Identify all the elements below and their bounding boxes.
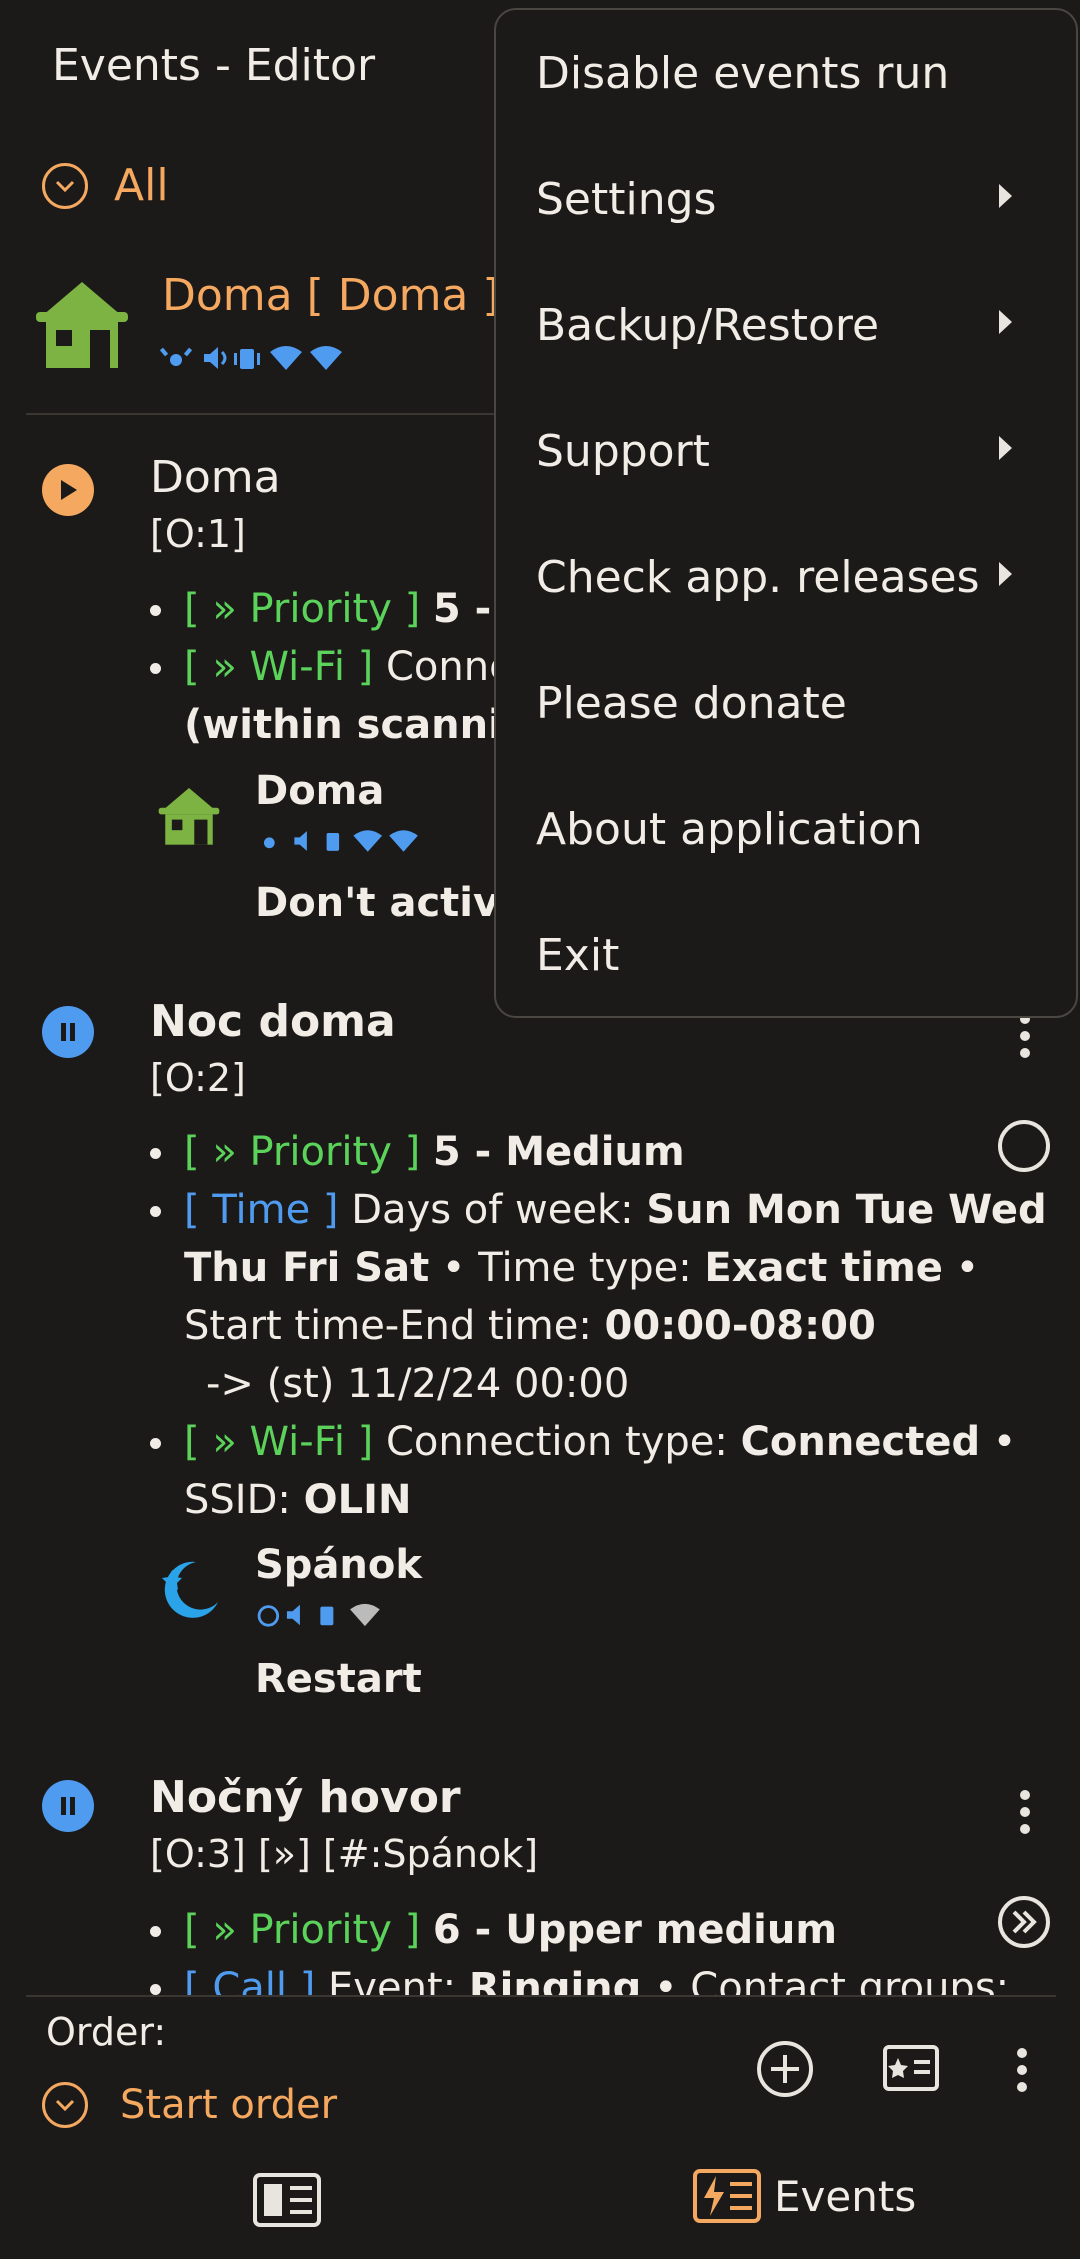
filter-dropdown[interactable]: All (42, 160, 169, 211)
event-code: [O:2] (150, 1056, 246, 1100)
event-line: [ Call ] Event: Ringing • Contact groups… (184, 1965, 1010, 1995)
house-icon (156, 784, 222, 850)
event-line: [ Time ] Days of week: Sun Mon Tue Wed (184, 1187, 1047, 1233)
order-value: Start order (120, 2082, 338, 2128)
pause-icon[interactable] (42, 1006, 94, 1058)
menu-item-about[interactable]: About application (536, 804, 923, 855)
event-line: [ » Priority ] 5 - Medium (184, 1129, 685, 1175)
event-line-cont: Start time-End time: 00:00-08:00 (184, 1303, 876, 1349)
chevron-down-icon (42, 2082, 88, 2128)
menu-item-backup-restore[interactable]: Backup/Restore (536, 300, 879, 351)
order-label: Order: (46, 2010, 167, 2054)
event-code: [O:3] [»] [#:Spánok] (150, 1832, 539, 1876)
tab-events[interactable]: Events (692, 2168, 916, 2224)
pause-icon[interactable] (42, 1780, 94, 1832)
house-icon (32, 276, 132, 374)
event-more-icon[interactable] (1019, 1014, 1031, 1058)
event-name[interactable]: Nočný hovor (150, 1772, 461, 1823)
event-name[interactable]: Noc doma (150, 996, 396, 1047)
filter-label: All (114, 160, 169, 211)
overflow-menu: Disable events run Settings Backup/Resto… (494, 8, 1078, 1018)
chevron-down-icon (42, 162, 88, 209)
profiles-tab-icon[interactable] (252, 2172, 322, 2232)
event-profile-name: Spánok (255, 1542, 422, 1588)
active-profile-name[interactable]: Doma [ Doma ] (162, 270, 500, 321)
event-line: [ » Wi-Fi ] Connec (184, 644, 536, 690)
menu-item-disable-events[interactable]: Disable events run (536, 48, 949, 99)
event-code: [O:1] (150, 512, 246, 556)
page-title: Events - Editor (52, 40, 376, 91)
double-chevron-right-icon[interactable] (998, 1896, 1050, 1952)
event-line-cont: SSID: OLIN (184, 1477, 412, 1523)
divider (26, 1995, 1056, 1997)
profile-status-icons (255, 1602, 395, 1632)
profile-status-icons (160, 344, 350, 372)
event-toggle-circle[interactable] (998, 1120, 1050, 1172)
menu-item-exit[interactable]: Exit (536, 930, 619, 981)
event-line: [ » Wi-Fi ] Connection type: Connected • (184, 1419, 1017, 1465)
event-more-icon[interactable] (1019, 1790, 1031, 1834)
submenu-arrow-icon (999, 436, 1012, 460)
profile-card-icon[interactable] (882, 2044, 940, 2096)
event-end-action: Restart (255, 1656, 422, 1702)
play-icon[interactable] (42, 464, 94, 516)
profile-status-icons (255, 828, 425, 858)
menu-item-donate[interactable]: Please donate (536, 678, 847, 729)
event-line-cont: Thu Fri Sat • Time type: Exact time • (184, 1245, 980, 1291)
menu-item-settings[interactable]: Settings (536, 174, 716, 225)
event-profile-name: Doma (255, 768, 385, 814)
event-name[interactable]: Doma (150, 452, 281, 503)
tab-events-label: Events (774, 2171, 917, 2221)
submenu-arrow-icon (999, 184, 1012, 208)
submenu-arrow-icon (999, 310, 1012, 334)
menu-item-support[interactable]: Support (536, 426, 710, 477)
moon-icon (156, 1556, 222, 1626)
order-dropdown[interactable]: Start order (42, 2082, 337, 2128)
events-tab-icon (693, 2169, 761, 2223)
menu-item-check-releases[interactable]: Check app. releases (536, 552, 980, 603)
add-icon[interactable] (756, 2040, 814, 2102)
event-line: [ » Priority ] 6 - Upper medium (184, 1907, 838, 1953)
footer-more-icon[interactable] (1016, 2048, 1028, 2092)
submenu-arrow-icon (999, 562, 1012, 586)
event-next-run: -> (st) 11/2/24 00:00 (206, 1361, 630, 1407)
